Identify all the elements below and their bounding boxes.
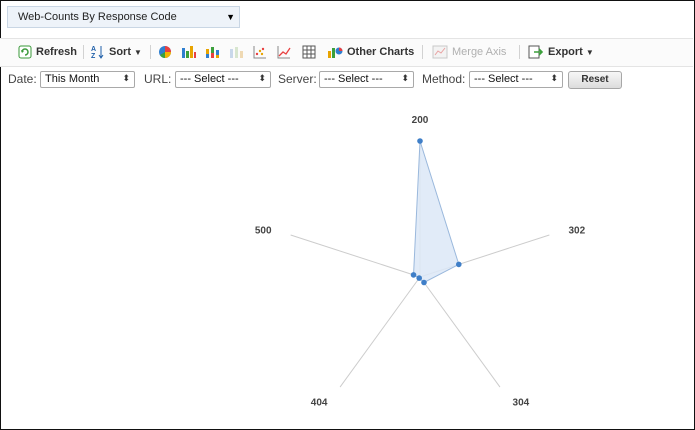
export-label: Export bbox=[548, 46, 583, 58]
bar-chart-disabled-button[interactable] bbox=[229, 43, 247, 61]
export-icon bbox=[528, 45, 544, 59]
radar-data-point bbox=[417, 138, 423, 144]
table-view-button[interactable] bbox=[302, 43, 320, 61]
export-button[interactable]: Export ▼ bbox=[528, 43, 594, 61]
merge-axis-button[interactable]: Merge Axis bbox=[432, 43, 506, 61]
reset-button[interactable]: Reset bbox=[568, 71, 622, 89]
scatter-chart-icon bbox=[253, 45, 267, 59]
chevron-down-icon: ▼ bbox=[585, 47, 594, 57]
radar-data-point bbox=[410, 272, 417, 278]
scatter-chart-button[interactable] bbox=[253, 43, 271, 61]
sort-label: Sort bbox=[109, 46, 131, 58]
radar-category-label: 404 bbox=[311, 398, 328, 409]
report-selector-value: Web-Counts By Response Code bbox=[18, 11, 177, 23]
svg-text:A: A bbox=[91, 46, 96, 53]
refresh-icon bbox=[18, 45, 32, 59]
pie-chart-icon bbox=[158, 45, 172, 59]
pie-chart-button[interactable] bbox=[158, 43, 176, 61]
url-filter-value: --- Select --- bbox=[180, 73, 239, 85]
date-filter-value: This Month bbox=[45, 73, 100, 85]
stacked-column-chart-button[interactable] bbox=[205, 43, 223, 61]
toolbar-separator bbox=[519, 45, 520, 59]
refresh-button[interactable]: Refresh bbox=[18, 43, 77, 61]
chart-toolbar: Refresh AZ Sort ▼ Other Charts Merge Axi… bbox=[0, 38, 693, 67]
select-caret-icon: ⬍ bbox=[122, 73, 130, 83]
url-filter-select[interactable]: --- Select --- ⬍ bbox=[175, 71, 271, 88]
filter-bar: Date: This Month ⬍ URL: --- Select --- ⬍… bbox=[0, 68, 693, 92]
radar-data-point bbox=[456, 261, 462, 268]
method-filter-value: --- Select --- bbox=[474, 73, 533, 85]
radar-category-label: 304 bbox=[513, 398, 530, 409]
select-caret-icon: ⬍ bbox=[550, 73, 558, 83]
toolbar-separator bbox=[150, 45, 151, 59]
radar-series-area bbox=[413, 140, 460, 284]
chevron-down-icon: ▼ bbox=[134, 47, 142, 57]
select-caret-icon: ⬍ bbox=[258, 73, 266, 83]
report-selector[interactable]: Web-Counts By Response Code ▼ bbox=[7, 6, 240, 28]
server-filter-select[interactable]: --- Select --- ⬍ bbox=[319, 71, 414, 88]
column-chart-icon bbox=[181, 45, 196, 59]
date-filter-label: Date: bbox=[8, 72, 37, 86]
line-chart-icon bbox=[277, 45, 291, 59]
url-filter-label: URL: bbox=[144, 72, 172, 86]
radar-category-label: 302 bbox=[568, 225, 585, 236]
method-filter-label: Method: bbox=[422, 72, 466, 86]
radar-category-label: 200 bbox=[412, 115, 429, 126]
method-filter-select[interactable]: --- Select --- ⬍ bbox=[469, 71, 563, 88]
other-charts-button[interactable]: Other Charts bbox=[327, 43, 414, 61]
toolbar-separator bbox=[83, 45, 84, 59]
other-charts-label: Other Charts bbox=[347, 46, 415, 58]
other-charts-icon bbox=[327, 45, 343, 59]
sort-button[interactable]: AZ Sort ▼ bbox=[91, 43, 142, 61]
server-filter-label: Server: bbox=[278, 72, 317, 86]
date-filter-select[interactable]: This Month ⬍ bbox=[40, 71, 135, 88]
sort-az-icon: AZ bbox=[91, 45, 105, 60]
radar-chart: 200 302 304 404 500 bbox=[255, 115, 586, 409]
toolbar-separator bbox=[422, 45, 423, 59]
column-chart-button[interactable] bbox=[181, 43, 199, 61]
merge-axis-label: Merge Axis bbox=[452, 46, 507, 58]
line-chart-button[interactable] bbox=[277, 43, 295, 61]
radar-category-label: 500 bbox=[255, 225, 272, 236]
dropdown-arrow-icon: ▼ bbox=[226, 12, 235, 22]
column-chart-faded-icon bbox=[229, 45, 243, 59]
radar-axis-line bbox=[419, 276, 501, 388]
svg-text:Z: Z bbox=[91, 53, 96, 59]
radar-axis-line bbox=[339, 276, 421, 388]
radar-axis-line bbox=[290, 234, 421, 278]
radar-data-point bbox=[416, 275, 423, 281]
merge-axis-icon bbox=[432, 45, 448, 59]
server-filter-value: --- Select --- bbox=[324, 73, 383, 85]
radar-data-point bbox=[421, 279, 427, 286]
table-icon bbox=[302, 45, 316, 59]
select-caret-icon: ⬍ bbox=[401, 73, 409, 83]
refresh-label: Refresh bbox=[36, 46, 77, 58]
stacked-column-chart-icon bbox=[205, 45, 219, 59]
